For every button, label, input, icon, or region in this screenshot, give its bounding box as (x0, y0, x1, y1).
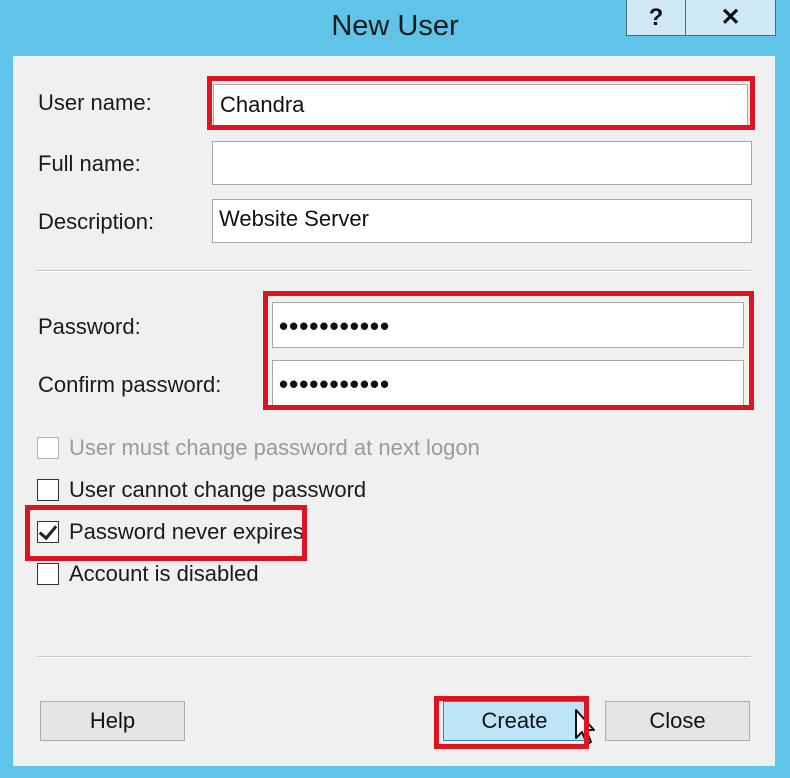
create-button[interactable]: Create (443, 701, 586, 741)
account-disabled-checkbox[interactable] (37, 563, 59, 585)
option-password-never-expires[interactable]: Password never expires (37, 517, 304, 547)
option-must-change-password: User must change password at next logon (37, 433, 480, 463)
divider (37, 656, 751, 658)
help-button[interactable]: Help (40, 701, 185, 741)
description-field[interactable]: Website Server (212, 199, 752, 243)
user-name-label: User name: (38, 90, 152, 115)
full-name-label: Full name: (38, 151, 141, 176)
mouse-cursor-icon (575, 709, 595, 745)
user-name-field[interactable]: Chandra (213, 84, 748, 126)
dialog-body: User name: Chandra Full name: Descriptio… (13, 56, 775, 766)
check-icon (38, 520, 58, 541)
cannot-change-password-checkbox[interactable] (37, 479, 59, 501)
description-value: Website Server (219, 206, 369, 231)
help-icon[interactable]: ? (626, 0, 686, 36)
close-icon[interactable]: ✕ (686, 0, 776, 36)
password-label: Password: (38, 314, 141, 339)
description-label: Description: (38, 209, 155, 234)
confirm-password-label: Confirm password: (38, 372, 222, 397)
confirm-password-value: ••••••••••• (279, 368, 391, 399)
password-field[interactable]: ••••••••••• (272, 302, 744, 348)
confirm-password-field[interactable]: ••••••••••• (272, 360, 744, 406)
option-cannot-change-password[interactable]: User cannot change password (37, 475, 366, 505)
option-account-disabled[interactable]: Account is disabled (37, 559, 259, 589)
must-change-password-label: User must change password at next logon (69, 435, 480, 460)
full-name-field[interactable] (212, 141, 752, 185)
must-change-password-checkbox (37, 437, 59, 459)
password-value: ••••••••••• (279, 310, 391, 341)
divider (37, 270, 751, 272)
password-never-expires-checkbox[interactable] (37, 520, 59, 543)
title-bar: New User ? ✕ (0, 0, 790, 56)
cannot-change-password-label[interactable]: User cannot change password (69, 477, 366, 503)
account-disabled-label[interactable]: Account is disabled (69, 561, 259, 587)
close-button[interactable]: Close (605, 701, 750, 741)
user-name-value: Chandra (220, 92, 305, 117)
new-user-dialog: New User ? ✕ User name: Chandra Full nam… (0, 0, 790, 778)
password-never-expires-label[interactable]: Password never expires (69, 519, 304, 545)
